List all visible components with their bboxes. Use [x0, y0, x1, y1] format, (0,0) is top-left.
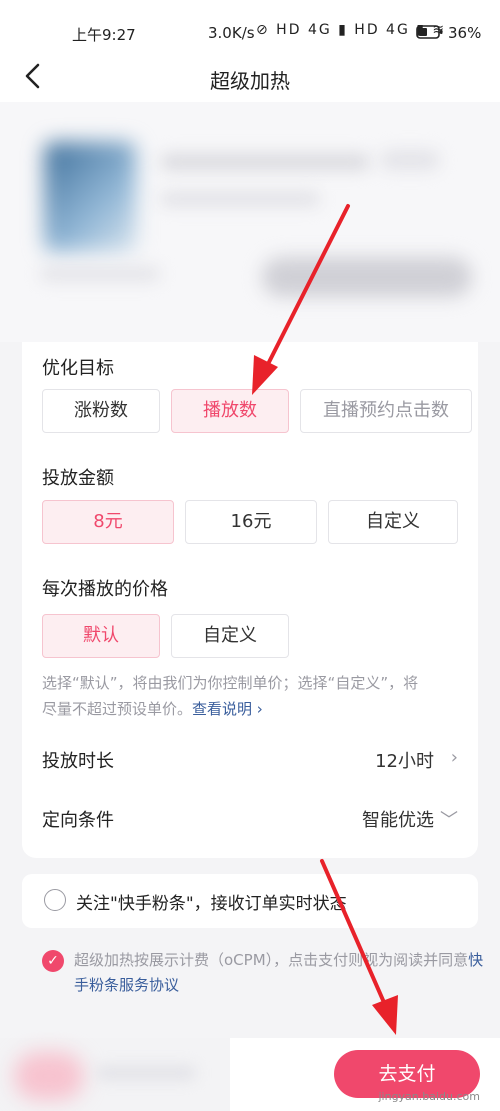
- optimize-goal-title: 优化目标: [42, 358, 114, 379]
- price-title: 每次播放的价格: [42, 579, 168, 600]
- price-option-default[interactable]: 默认: [42, 614, 160, 658]
- budget-option-16[interactable]: 16元: [185, 500, 317, 544]
- video-preview-card-blurred: [0, 102, 500, 342]
- follow-radio[interactable]: [44, 889, 66, 911]
- agreement-check-icon[interactable]: ✓: [42, 950, 64, 972]
- agreement-text: 超级加热按展示计费（oCPM），点击支付则视为阅读并同意快手粉条服务协议: [74, 948, 484, 998]
- follow-option-card[interactable]: 关注"快手粉条"，接收订单实时状态: [22, 874, 478, 928]
- view-explanation-link[interactable]: 查看说明 ›: [192, 700, 263, 718]
- chevron-down-icon: ﹀: [440, 810, 458, 831]
- price-option-custom[interactable]: 自定义: [171, 614, 289, 658]
- battery-icon: [416, 24, 444, 44]
- duration-row[interactable]: 投放时长 12小时 ›: [42, 747, 458, 777]
- settings-card: 优化目标 涨粉数 播放数 直播预约点击数 投放金额 8元 16元 自定义 每次播…: [22, 342, 478, 858]
- price-summary-blurred: [0, 1038, 230, 1111]
- status-bar: 上午9:27 3.0K/s ⊘ HD 4G ▮ HD 4G ▮ ≋ 36%: [0, 0, 500, 52]
- status-network-speed: 3.0K/s: [208, 24, 255, 42]
- watermark: jingyan.baidu.com: [378, 1090, 480, 1103]
- battery-percent: 36%: [448, 24, 482, 42]
- price-hint: 选择“默认”，将由我们为你控制单价；选择“自定义”，将尽量不超过预设单价。查看说…: [42, 670, 422, 722]
- duration-label: 投放时长: [42, 751, 114, 772]
- goal-option-followers[interactable]: 涨粉数: [42, 389, 160, 433]
- goal-option-live-reservations[interactable]: 直播预约点击数: [300, 389, 472, 433]
- page-title: 超级加热: [210, 69, 290, 93]
- duration-value: 12小时: [375, 751, 434, 772]
- budget-title: 投放金额: [42, 468, 114, 489]
- nav-bar: 超级加热: [0, 52, 500, 102]
- targeting-row[interactable]: 定向条件 智能优选 ﹀: [42, 806, 458, 836]
- targeting-label: 定向条件: [42, 810, 114, 831]
- status-time: 上午9:27: [72, 26, 136, 44]
- budget-option-8[interactable]: 8元: [42, 500, 174, 544]
- goal-option-plays[interactable]: 播放数: [171, 389, 289, 433]
- agreement-body: 超级加热按展示计费（oCPM），点击支付则视为阅读并同意: [74, 951, 469, 969]
- chevron-right-icon: ›: [450, 747, 458, 768]
- targeting-value: 智能优选: [362, 810, 434, 831]
- video-thumbnail: [44, 142, 136, 252]
- follow-text: 关注"快手粉条"，接收订单实时状态: [76, 894, 347, 914]
- budget-option-custom[interactable]: 自定义: [328, 500, 458, 544]
